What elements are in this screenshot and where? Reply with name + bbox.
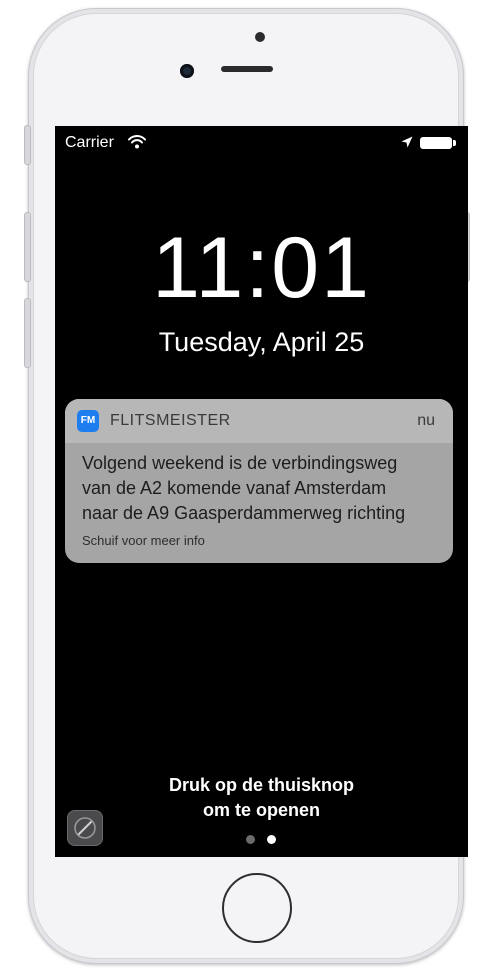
volume-down-button bbox=[24, 298, 31, 368]
earpiece-speaker bbox=[221, 66, 273, 72]
battery-tip bbox=[453, 140, 456, 146]
wifi-icon bbox=[128, 135, 146, 149]
camera-shortcut-button[interactable] bbox=[67, 810, 103, 846]
notification-card[interactable]: FM FLITSMEISTER nu Volgend weekend is de… bbox=[65, 399, 453, 563]
notification-hint: Schuif voor meer info bbox=[82, 533, 205, 548]
mute-switch bbox=[24, 125, 31, 165]
page-indicator bbox=[243, 835, 283, 845]
carrier-label: Carrier bbox=[65, 134, 114, 151]
camera-icon bbox=[74, 817, 96, 839]
notification-app-name: FLITSMEISTER bbox=[110, 412, 231, 429]
unlock-instruction: Druk op de thuisknop om te openen bbox=[55, 773, 468, 823]
lock-screen: Carrier 11:01 Tuesday, April 25 FM FLITS… bbox=[55, 126, 468, 857]
notification-body: Volgend weekend is de verbindingsweg van… bbox=[82, 451, 442, 526]
battery-icon bbox=[420, 137, 456, 149]
unlock-line: om te openen bbox=[202, 800, 320, 820]
front-camera bbox=[180, 64, 194, 78]
home-button[interactable] bbox=[222, 873, 292, 943]
lock-date: Tuesday, April 25 bbox=[158, 327, 365, 357]
unlock-line: Druk op de thuisknop bbox=[168, 775, 354, 795]
notification-time: nu bbox=[417, 412, 435, 429]
volume-up-button bbox=[24, 212, 31, 282]
page-dot-active[interactable] bbox=[267, 835, 276, 844]
notification-body-line: van de A2 komende vanaf Amsterdam bbox=[82, 478, 387, 498]
notification-body-line: Volgend weekend is de verbindingsweg bbox=[82, 453, 398, 473]
notification-body-line: naar de A9 Gaasperdammerweg richting bbox=[82, 503, 406, 523]
notification-header: FM FLITSMEISTER nu bbox=[65, 399, 453, 443]
lock-clock: 11:01 bbox=[152, 220, 371, 316]
battery-fill bbox=[420, 137, 452, 149]
location-arrow-icon bbox=[401, 136, 413, 148]
status-bar: Carrier bbox=[55, 126, 468, 162]
page-dot[interactable] bbox=[246, 835, 255, 844]
flitsmeister-app-icon: FM bbox=[77, 410, 99, 432]
proximity-sensor bbox=[255, 32, 265, 42]
